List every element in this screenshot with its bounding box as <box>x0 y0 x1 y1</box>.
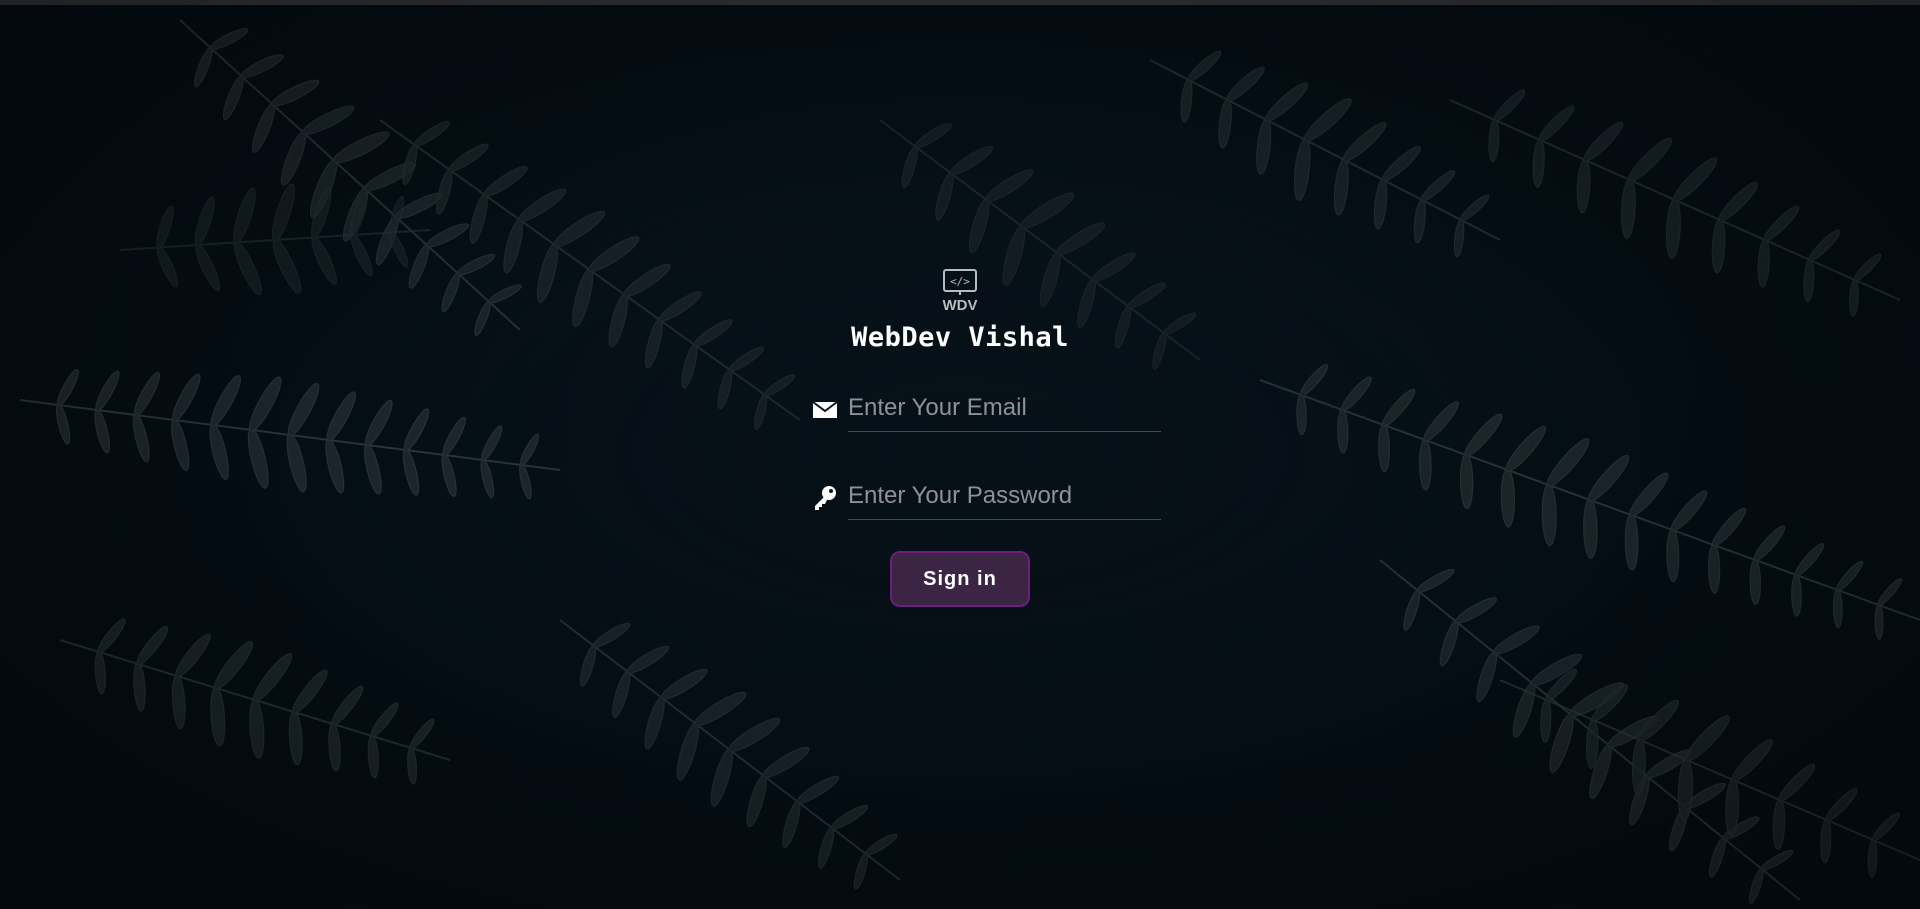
email-field-row <box>785 385 1161 435</box>
fern-frond <box>559 619 901 890</box>
login-panel: </> WDV WebDev Vishal Sign in <box>760 268 1161 607</box>
envelope-icon <box>812 401 838 418</box>
fern-frond <box>19 368 561 500</box>
fern-frond <box>1259 364 1920 640</box>
wdv-logo: </> WDV <box>943 269 978 314</box>
fern-frond <box>59 618 451 785</box>
brand-name: WebDev Vishal <box>851 322 1069 353</box>
password-field-row <box>785 473 1161 523</box>
email-input[interactable] <box>848 385 1161 432</box>
fern-frond <box>1149 50 1501 258</box>
logo-letters: WDV <box>943 297 978 314</box>
fern-frond <box>379 119 801 430</box>
fern-frond <box>179 19 522 336</box>
password-input[interactable] <box>848 473 1161 520</box>
logo-code-text: </> <box>950 275 970 288</box>
sign-in-button[interactable]: Sign in <box>890 551 1030 607</box>
key-icon <box>815 486 836 510</box>
fern-frond <box>1499 668 1920 878</box>
login-page: </> WDV WebDev Vishal Sign in <box>0 0 1920 909</box>
fern-frond <box>1449 89 1901 317</box>
